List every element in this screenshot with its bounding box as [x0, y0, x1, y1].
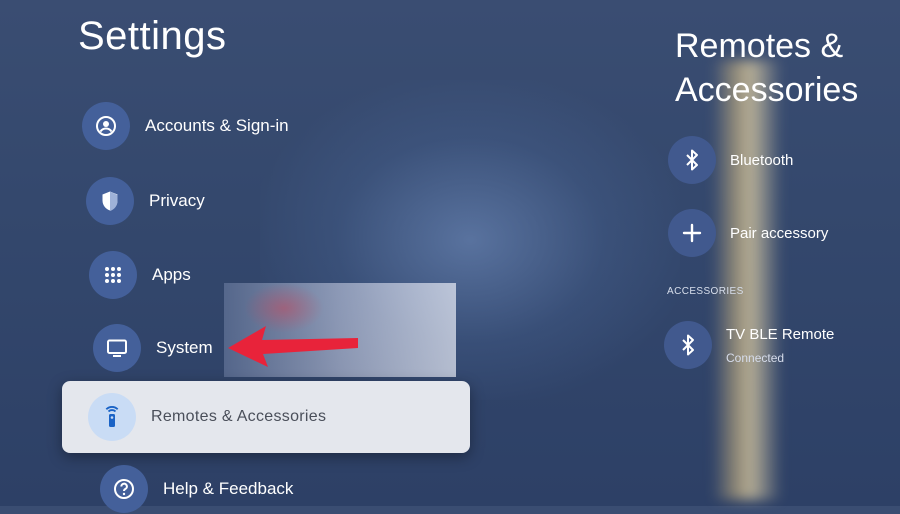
menu-item-label: Accounts & Sign-in [145, 116, 289, 135]
pair-accessory-label: Pair accessory [730, 224, 829, 242]
menu-item-help-feedback[interactable]: Help & Feedback [100, 464, 293, 514]
menu-item-apps[interactable]: Apps [89, 250, 191, 300]
remote-control-icon [88, 393, 136, 441]
bluetooth-button[interactable]: Bluetooth [668, 135, 793, 185]
menu-item-label: Help & Feedback [163, 479, 294, 498]
menu-item-label: System [156, 338, 213, 357]
plus-icon [668, 209, 716, 257]
menu-item-privacy[interactable]: Privacy [86, 176, 205, 226]
bluetooth-label: Bluetooth [730, 151, 794, 169]
background-light-streak [712, 60, 782, 500]
menu-item-remotes-accessories[interactable]: Remotes & Accessories [62, 381, 470, 453]
red-arrow-annotation [228, 326, 358, 367]
tv-monitor-icon [93, 324, 141, 372]
menu-item-label: Privacy [149, 191, 205, 210]
accessories-section-header: ACCESSORIES [667, 286, 744, 297]
menu-item-system[interactable]: System [93, 323, 213, 373]
menu-item-label: Remotes & Accessories [151, 408, 327, 425]
shield-icon [86, 177, 134, 225]
apps-grid-icon [89, 251, 137, 299]
page-title: Settings [78, 14, 227, 58]
menu-item-label: Apps [152, 265, 191, 284]
detail-title-line2: Accessories [675, 71, 859, 109]
menu-item-accounts[interactable]: Accounts & Sign-in [82, 101, 289, 151]
bluetooth-icon [668, 136, 716, 184]
device-name: TV BLE Remote [726, 325, 835, 343]
detail-title-line1: Remotes & [675, 27, 844, 65]
pair-accessory-button[interactable]: Pair accessory [668, 208, 828, 258]
device-text: TV BLE Remote Connected [726, 326, 834, 365]
detail-title: Remotes & Accessories [675, 24, 895, 112]
account-circle-icon [82, 102, 130, 150]
bluetooth-icon [664, 321, 712, 369]
device-status: Connected [726, 350, 785, 365]
device-item-tv-ble-remote[interactable]: TV BLE Remote Connected [664, 320, 834, 370]
